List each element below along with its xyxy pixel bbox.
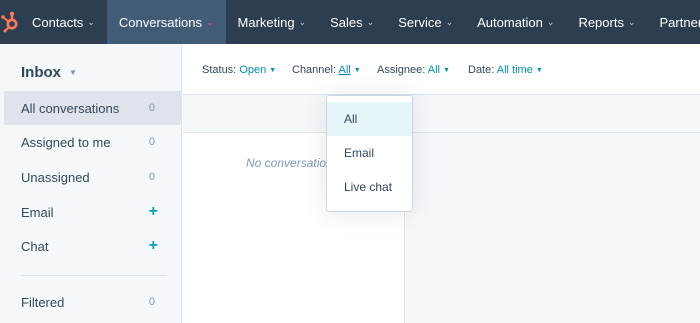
nav-label: Service	[398, 14, 442, 30]
channel-dropdown-menu: All Email Live chat	[326, 95, 413, 212]
chevron-down-icon: ⌄	[205, 16, 214, 27]
nav-label: Marketing	[237, 14, 295, 30]
sidebar-item-count: 0	[148, 136, 155, 148]
chevron-down-icon: ⌄	[546, 16, 555, 27]
filter-value: Open	[239, 64, 267, 76]
chevron-down-icon: ⌄	[87, 16, 95, 27]
sidebar-item-unassigned[interactable]: Unassigned 0	[4, 160, 181, 194]
channel-option-all[interactable]: All	[327, 102, 412, 136]
inbox-title: Inbox	[21, 64, 61, 81]
date-filter[interactable]: Date: All time ▼	[468, 64, 543, 76]
sidebar-divider	[21, 275, 167, 276]
filter-value: All time	[496, 64, 533, 76]
sidebar-item-label: Chat	[21, 238, 49, 254]
channel-option-live-chat[interactable]: Live chat	[327, 170, 412, 204]
nav-reports[interactable]: Reports ⌄	[566, 0, 647, 44]
inbox-selector[interactable]: Inbox ▼	[21, 64, 77, 81]
nav-contacts[interactable]: Contacts ⌄	[20, 0, 107, 44]
chevron-down-icon: ⌄	[366, 16, 375, 27]
nav-label: Automation	[477, 14, 543, 30]
sidebar-item-email[interactable]: Email +	[4, 195, 181, 229]
filter-label: Status:	[202, 64, 237, 76]
add-email-plus-icon[interactable]: +	[149, 203, 158, 221]
hubspot-logo-icon[interactable]	[0, 0, 20, 44]
chevron-down-icon: ⌄	[298, 16, 307, 27]
status-filter[interactable]: Status: Open ▼	[202, 64, 276, 76]
nav-automation[interactable]: Automation ⌄	[465, 0, 566, 44]
caret-down-icon: ▼	[443, 67, 450, 74]
top-navigation: Contacts ⌄ Conversations ⌄ Marketing ⌄ Sale…	[0, 0, 700, 44]
sidebar-item-chat[interactable]: Chat +	[4, 229, 181, 263]
conversation-detail-panel	[406, 95, 700, 323]
filter-value: All	[427, 64, 440, 76]
nav-sales[interactable]: Sales ⌄	[318, 0, 386, 44]
sidebar-item-label: All conversations	[21, 100, 120, 116]
chevron-down-icon: ⌄	[445, 16, 454, 27]
filter-value: All	[338, 64, 351, 76]
nav-label: Contacts	[32, 14, 84, 30]
filter-bar: Status: Open ▼ Channel: All ▼ Assignee: Al…	[183, 44, 700, 95]
inbox-sidebar: Inbox ▼ All conversations 0 Assigned to …	[0, 44, 182, 323]
nav-label: Sales	[330, 14, 363, 30]
sidebar-item-label: Email	[21, 204, 54, 220]
filter-label: Date:	[468, 64, 495, 76]
filter-label: Channel:	[292, 64, 337, 76]
nav-label: Reports	[578, 14, 624, 30]
caret-down-icon: ▼	[269, 67, 277, 74]
sidebar-item-label: Filtered	[21, 294, 65, 310]
sidebar-item-count: 0	[148, 171, 155, 183]
channel-option-email[interactable]: Email	[327, 136, 412, 170]
nav-label: Conversations	[118, 14, 202, 30]
assignee-filter[interactable]: Assignee: All ▼	[377, 64, 450, 76]
nav-label: Partner	[659, 14, 700, 30]
nav-marketing[interactable]: Marketing ⌄	[226, 0, 319, 44]
empty-state-message: No conversations	[246, 156, 336, 170]
sidebar-item-count: 0	[148, 102, 155, 114]
sidebar-item-filtered[interactable]: Filtered 0	[4, 285, 181, 319]
sidebar-item-all-conversations[interactable]: All conversations 0	[4, 91, 181, 125]
caret-down-icon: ▼	[69, 68, 77, 77]
conversation-detail-header	[406, 95, 700, 133]
chevron-down-icon: ⌄	[627, 16, 636, 27]
channel-filter[interactable]: Channel: All ▼	[292, 64, 361, 76]
nav-service[interactable]: Service ⌄	[386, 0, 465, 44]
add-chat-plus-icon[interactable]: +	[149, 237, 158, 255]
filter-label: Assignee:	[377, 64, 426, 76]
sidebar-item-label: Assigned to me	[21, 134, 111, 150]
caret-down-icon: ▼	[353, 67, 361, 74]
nav-conversations[interactable]: Conversations ⌄	[106, 0, 226, 44]
nav-partner[interactable]: Partner⌄	[648, 0, 700, 44]
sidebar-item-label: Unassigned	[21, 169, 90, 185]
caret-down-icon: ▼	[535, 67, 543, 74]
sidebar-item-count: 0	[148, 296, 155, 308]
sidebar-item-assigned-to-me[interactable]: Assigned to me 0	[4, 125, 181, 159]
